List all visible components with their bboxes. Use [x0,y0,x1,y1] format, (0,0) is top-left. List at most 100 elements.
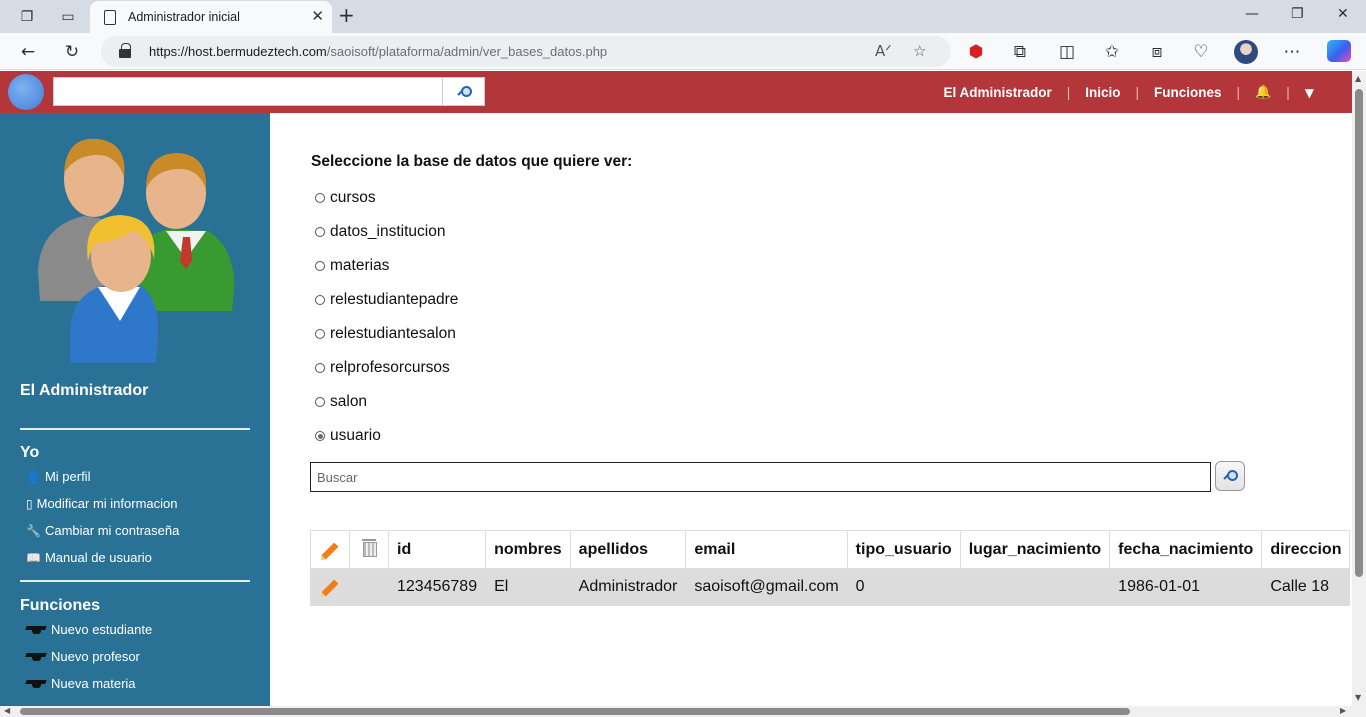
collections-icon[interactable]: ⧈ [1145,40,1169,64]
profile-avatar[interactable] [1234,40,1258,64]
column-header[interactable]: lugar_nacimiento [959,530,1111,569]
sidebar-item-modificar-informacion[interactable]: ▯ Modificar mi informacion [26,496,177,511]
lock-icon [119,43,131,58]
scroll-left-icon[interactable]: ◀ [4,706,10,715]
browser-tab-active[interactable]: Administrador inicial ✕ [90,1,332,33]
vertical-scroll-thumb[interactable] [1355,89,1363,577]
horizontal-scroll-thumb[interactable] [20,708,1130,715]
sidebar-item-cambiar-contrasena[interactable]: 🔧 Cambiar mi contraseña [26,523,179,538]
url-text[interactable]: https://host.bermudeztech.com/saoisoft/p… [149,44,607,59]
magnifier-icon [458,85,472,98]
workspaces-icon[interactable]: ❐ [16,6,38,28]
caret-down-icon[interactable]: ▼ [1305,86,1314,100]
table-row: 123456789 El Administrador saoisoft@gmai… [310,568,1350,606]
sidebar-user-name: El Administrador [20,382,149,399]
favorite-star-icon[interactable]: ☆ [913,42,926,60]
browser-tab-bar: ❐ ▭ Administrador inicial ✕ + — ❐ ✕ [0,0,1366,33]
person-icon: 👤 [26,469,41,484]
sidebar-item-nuevo-estudiante[interactable]: Nuevo estudiante [26,622,152,637]
radio-button[interactable] [315,295,325,305]
new-tab-icon[interactable]: + [338,3,355,27]
radio-button[interactable] [315,329,325,339]
radio-option[interactable]: usuario [315,427,381,445]
table-cell: saoisoft@gmail.com [685,568,848,606]
radio-option[interactable]: relestudiantepadre [315,291,458,309]
delete-column-header [349,530,389,569]
favorites-icon[interactable]: ✩ [1100,40,1124,64]
table-cell: El [485,568,571,606]
radio-button[interactable] [315,261,325,271]
data-table: id nombres apellidos email tipo_usuario … [310,530,1351,606]
site-logo[interactable] [8,74,44,110]
minimize-icon[interactable]: — [1245,6,1259,22]
delete-row-cell [349,568,389,606]
column-header[interactable]: fecha_nacimiento [1109,530,1263,569]
adblock-icon[interactable]: ⬢ [964,40,988,64]
radio-button[interactable] [315,227,325,237]
vertical-tabs-icon[interactable]: ▭ [57,6,79,28]
split-screen-icon[interactable]: ◫ [1055,40,1079,64]
more-menu-icon[interactable]: ⋯ [1280,40,1304,64]
browser-toolbar: ← ↻ https://host.bermudeztech.com/saoiso… [0,33,1366,70]
sidebar-item-nueva-materia[interactable]: Nueva materia [26,676,136,691]
column-header[interactable]: direccion [1261,530,1351,569]
search-button[interactable] [1215,461,1245,491]
header-link-user[interactable]: El Administrador [943,85,1051,100]
bell-icon[interactable]: 🔔 [1255,85,1271,100]
document-icon: ▯ [26,496,33,511]
browser-essentials-icon[interactable]: ♡ [1189,40,1213,64]
radio-option[interactable]: cursos [315,189,376,207]
read-aloud-icon[interactable]: Aᐟ [875,42,892,60]
section-title-funciones: Funciones [20,597,101,614]
column-header[interactable]: email [685,530,848,569]
users-group-icon [38,138,235,363]
table-cell: 1986-01-01 [1109,568,1262,606]
separator: | [1066,85,1071,100]
radio-option[interactable]: salon [315,393,367,411]
close-tab-icon[interactable]: ✕ [311,7,324,25]
radio-button[interactable] [315,193,325,203]
header-search-button[interactable] [442,77,485,106]
back-icon[interactable]: ← [16,40,40,64]
column-header[interactable]: nombres [485,530,571,569]
refresh-icon[interactable]: ↻ [60,40,84,64]
sidebar: El Administrador Yo 👤 Mi perfil ▯ Modifica… [0,113,270,706]
scroll-right-icon[interactable]: ▶ [1340,706,1346,715]
scroll-up-icon[interactable]: ▲ [1355,74,1361,83]
header-link-inicio[interactable]: Inicio [1085,85,1120,100]
column-header[interactable]: id [387,530,487,569]
vertical-scrollbar[interactable]: ▲ ▼ [1352,71,1366,706]
table-cell [959,568,1110,606]
edit-row-button[interactable] [310,568,350,606]
restore-icon[interactable]: ❐ [1291,6,1304,22]
book-icon: 📖 [26,550,41,565]
main-content: Seleccione la base de datos que quiere v… [270,113,1352,706]
table-cell: 0 [846,568,961,606]
radio-button[interactable] [315,363,325,373]
separator: | [1135,85,1140,100]
address-bar[interactable]: https://host.bermudeztech.com/saoisoft/p… [101,36,951,67]
sidebar-item-manual-usuario[interactable]: 📖 Manual de usuario [26,550,152,565]
radio-option[interactable]: relestudiantesalon [315,325,456,343]
separator: | [1236,85,1241,100]
radio-option[interactable]: materias [315,257,389,275]
radio-option[interactable]: datos_institucion [315,223,445,241]
wrench-icon: 🔧 [26,523,41,538]
graduation-cap-icon [26,651,46,662]
radio-option[interactable]: relprofesorcursos [315,359,450,377]
horizontal-scrollbar[interactable]: ◀ ▶ [0,706,1352,717]
copilot-icon[interactable] [1327,40,1351,62]
header-search-input[interactable] [53,77,443,106]
extensions-icon[interactable]: ⧉ [1008,40,1032,64]
radio-button[interactable] [315,397,325,407]
divider [20,580,250,582]
column-header[interactable]: tipo_usuario [846,530,961,569]
header-link-funciones[interactable]: Funciones [1154,85,1222,100]
sidebar-item-mi-perfil[interactable]: 👤 Mi perfil [26,469,90,484]
radio-button[interactable] [315,431,325,441]
column-header[interactable]: apellidos [569,530,687,569]
search-input[interactable] [310,462,1211,492]
scroll-down-icon[interactable]: ▼ [1355,693,1361,702]
sidebar-item-nuevo-profesor[interactable]: Nuevo profesor [26,649,140,664]
window-close-icon[interactable]: ✕ [1337,6,1349,22]
